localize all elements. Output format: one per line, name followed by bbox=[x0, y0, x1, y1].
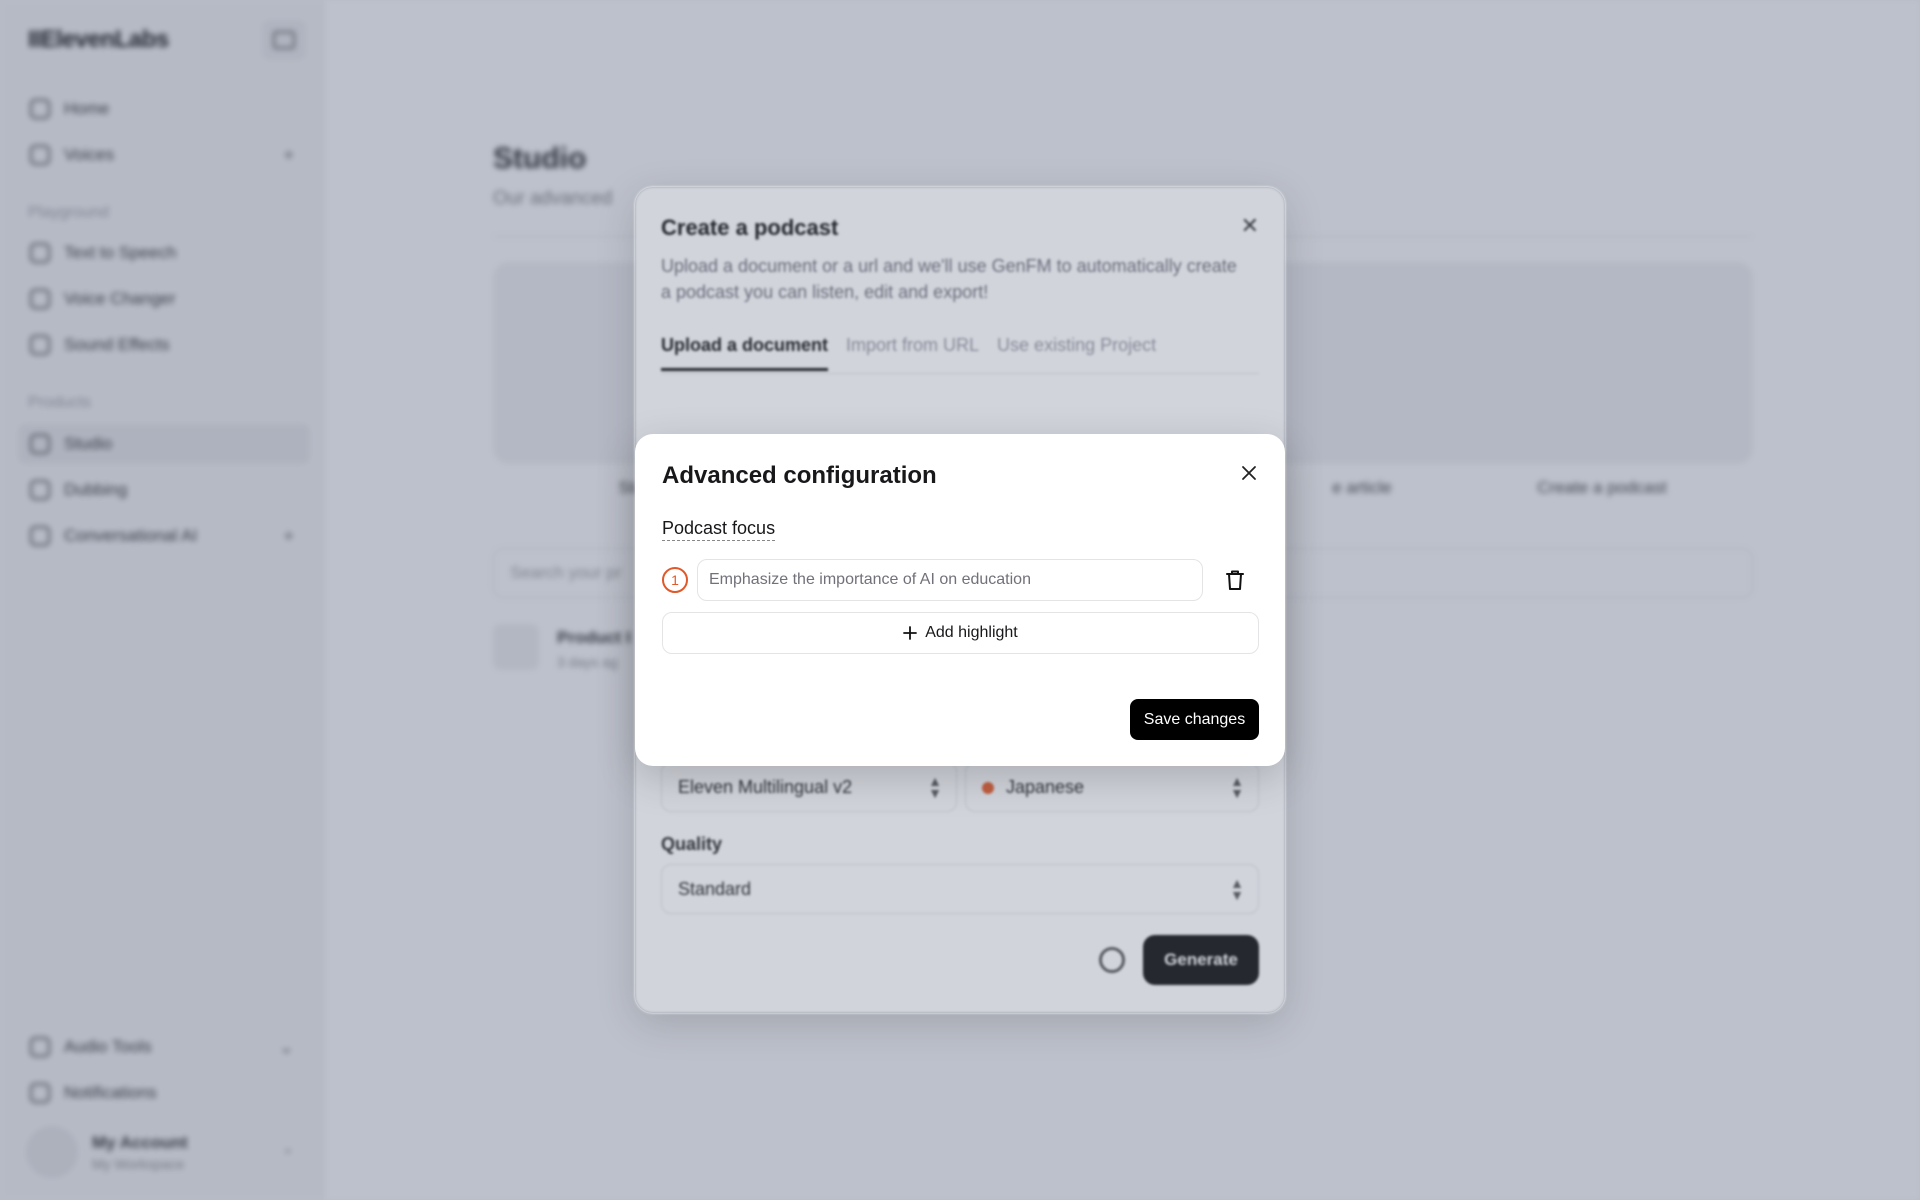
save-changes-button[interactable]: Save changes bbox=[1130, 699, 1259, 740]
highlight-input[interactable] bbox=[697, 559, 1203, 601]
plus-icon bbox=[903, 626, 918, 640]
delete-highlight-button[interactable] bbox=[1221, 566, 1249, 594]
dialog-title: Advanced configuration bbox=[662, 462, 937, 489]
close-button[interactable] bbox=[1236, 460, 1262, 486]
podcast-focus-label: Podcast focus bbox=[662, 518, 776, 541]
highlight-number-badge: 1 bbox=[662, 567, 688, 593]
add-highlight-label: Add highlight bbox=[925, 624, 1018, 641]
advanced-configuration-dialog: Advanced configuration Podcast focus 1 A… bbox=[635, 434, 1285, 766]
trash-icon bbox=[1226, 570, 1244, 590]
add-highlight-button[interactable]: Add highlight bbox=[662, 612, 1259, 654]
close-icon bbox=[1242, 466, 1256, 480]
